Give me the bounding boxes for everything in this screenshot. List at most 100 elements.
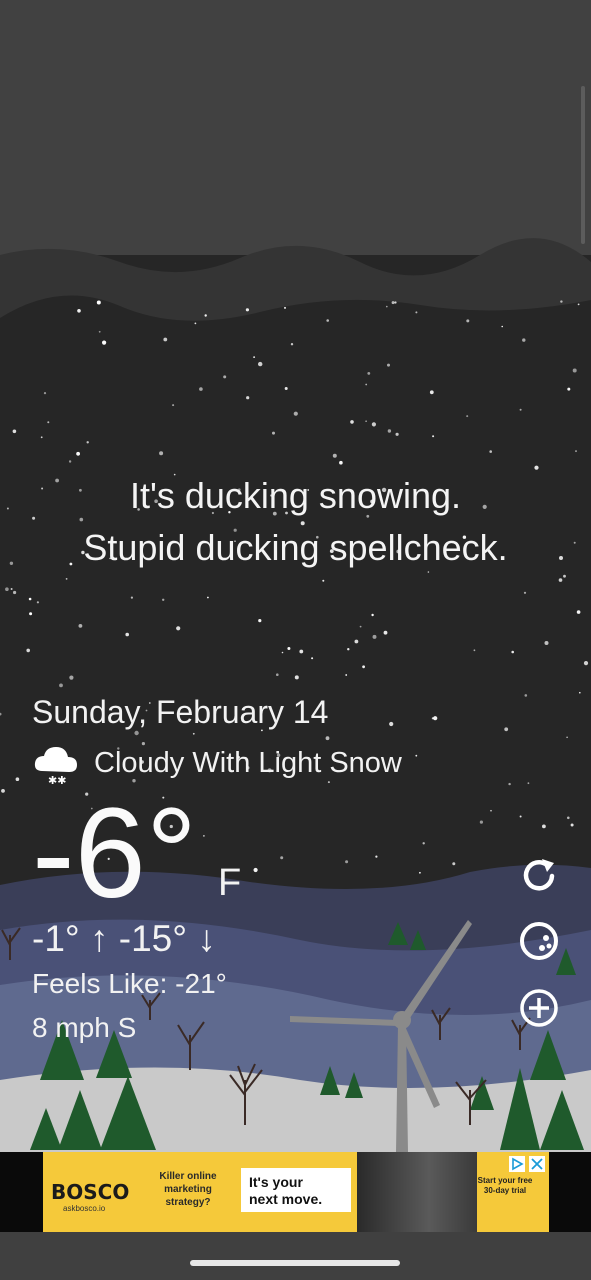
snowflake <box>386 305 388 308</box>
snowflake <box>566 736 568 739</box>
snowflake <box>203 835 205 837</box>
ad-cta-button[interactable]: It's your next move. <box>241 1168 351 1212</box>
snowflake <box>563 574 566 578</box>
snowflake <box>558 578 563 582</box>
bottom-bar <box>0 1232 591 1280</box>
wind-speed: 8 mph S <box>32 1012 137 1043</box>
arrow-up-icon: ↑ <box>89 918 109 959</box>
snowflake <box>466 319 470 323</box>
snowflake <box>519 408 522 411</box>
snowflake <box>365 383 368 386</box>
snowflake <box>560 300 563 303</box>
snowflake <box>508 782 511 786</box>
snowflake <box>422 842 425 845</box>
snowflake <box>134 730 139 736</box>
snowflake <box>28 597 32 601</box>
ad-trial-text: Start your free 30-day trial <box>477 1176 533 1195</box>
snowflake <box>479 820 483 824</box>
snowflake <box>192 732 195 735</box>
snowflake <box>391 301 395 305</box>
ad-close-icon[interactable] <box>529 1156 545 1172</box>
snowflake <box>68 460 72 463</box>
condition-row: ✱✱ Cloudy With Light Snow <box>32 738 402 788</box>
snowflake <box>527 782 530 785</box>
snowflake <box>77 309 81 313</box>
snowflake <box>159 451 164 456</box>
snowflake <box>78 624 83 628</box>
ad-cta-line-2: next move. <box>249 1191 323 1207</box>
snowflake <box>326 319 330 322</box>
temperature-unit-toggle[interactable]: F <box>218 862 241 905</box>
snowflake <box>284 306 286 309</box>
home-indicator[interactable] <box>190 1260 400 1266</box>
snowflake <box>519 815 522 818</box>
snowflake <box>567 387 571 391</box>
snowflake <box>415 311 418 314</box>
snowflake <box>86 441 89 444</box>
snowflake <box>290 343 294 346</box>
snowflake <box>387 363 390 367</box>
snowflake <box>429 390 434 395</box>
ad-creative[interactable]: BOSCO askbosco.io Killer online marketin… <box>43 1152 549 1232</box>
snowflake <box>258 619 262 623</box>
snowflake <box>489 450 493 453</box>
snowflake <box>375 855 378 858</box>
snowflake <box>490 809 492 812</box>
low-temp: -15° <box>118 918 188 959</box>
snowflake <box>394 301 397 304</box>
condition-label: Cloudy With Light Snow <box>94 746 402 779</box>
snowflake <box>359 625 362 628</box>
snowflake <box>570 823 574 827</box>
add-location-icon[interactable] <box>516 985 562 1031</box>
snowflake <box>524 694 528 697</box>
snark-quote: It's ducking snowing. Stupid ducking spe… <box>0 470 591 574</box>
snowflake <box>383 630 388 635</box>
snowflake <box>544 641 549 645</box>
snowflake <box>76 451 80 456</box>
snowflake <box>287 647 291 650</box>
snowflake <box>207 596 209 599</box>
snowflake <box>10 588 13 590</box>
snowflake <box>204 314 207 317</box>
snowflake <box>194 322 197 325</box>
ad-copy: Killer online marketing strategy? <box>159 1171 217 1208</box>
snowflake <box>284 387 288 390</box>
snowflake <box>572 368 577 373</box>
high-temp: -1° <box>32 918 80 959</box>
quote-line-2: Stupid ducking spellcheck. <box>83 527 508 568</box>
ad-chess-image <box>357 1152 477 1232</box>
snowflake <box>322 579 325 582</box>
high-low-row: -1° ↑ -15° ↓ <box>32 918 216 960</box>
snowflake <box>130 596 133 599</box>
snowflake <box>311 657 314 660</box>
ad-banner[interactable]: BOSCO askbosco.io Killer online marketin… <box>0 1152 591 1232</box>
snowflake <box>36 601 40 604</box>
current-temperature: -6° <box>32 782 197 925</box>
snowflake <box>432 435 435 438</box>
snowflake <box>29 612 33 616</box>
ad-site: askbosco.io <box>63 1204 106 1213</box>
scrollbar[interactable] <box>581 86 585 244</box>
snowflake <box>577 303 580 306</box>
snowflake <box>332 453 337 458</box>
snowflake <box>542 824 546 829</box>
snowflake <box>43 392 47 395</box>
ad-controls <box>509 1156 545 1172</box>
snowflake <box>246 396 250 400</box>
snowflake <box>69 675 74 680</box>
snowflake <box>281 651 284 654</box>
snowflake <box>511 650 514 654</box>
snowflake <box>579 691 581 694</box>
snowflake <box>415 754 418 757</box>
snowflake <box>294 675 299 680</box>
snowflake <box>253 867 258 873</box>
refresh-icon[interactable] <box>516 853 562 899</box>
ad-choices-icon[interactable] <box>509 1156 525 1172</box>
snowflake <box>522 338 526 342</box>
snowflake <box>59 683 63 688</box>
palette-icon[interactable] <box>516 918 562 964</box>
snowflake <box>433 716 438 721</box>
snowflake <box>371 422 376 427</box>
quote-line-1: It's ducking snowing. <box>129 475 462 516</box>
snowflake <box>276 673 279 676</box>
